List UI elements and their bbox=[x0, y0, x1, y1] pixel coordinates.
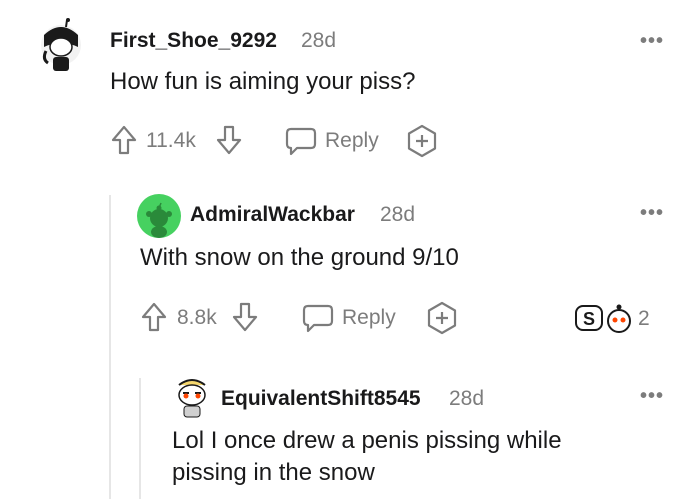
award-count: 2 bbox=[638, 307, 650, 330]
reply-icon bbox=[302, 304, 334, 333]
downvote-button[interactable] bbox=[215, 124, 243, 156]
snoo-avatar-icon bbox=[178, 379, 206, 418]
downvote-icon bbox=[232, 302, 258, 332]
thread-line-1[interactable] bbox=[109, 195, 111, 499]
username[interactable]: EquivalentShift8545 bbox=[221, 387, 421, 411]
user-avatar-icon bbox=[41, 18, 81, 71]
comment-age: 28d bbox=[449, 387, 485, 410]
upvote-button[interactable] bbox=[140, 301, 168, 333]
avatar[interactable] bbox=[173, 375, 211, 419]
reply-button[interactable]: Reply bbox=[302, 303, 396, 333]
more-icon[interactable]: ••• bbox=[640, 30, 664, 53]
snoo-avatar-icon bbox=[146, 202, 172, 238]
vote-count: 8.8k bbox=[177, 306, 217, 329]
username[interactable]: AdmiralWackbar bbox=[190, 203, 355, 227]
awards-received[interactable]: S 2 bbox=[574, 303, 650, 335]
award-button[interactable] bbox=[425, 301, 459, 335]
comment-text-line-2: pissing in the snow bbox=[172, 459, 375, 486]
award-icon bbox=[427, 301, 457, 335]
thread-line-2[interactable] bbox=[139, 378, 141, 499]
reply-label: Reply bbox=[342, 306, 396, 329]
vote-count: 11.4k bbox=[146, 129, 196, 152]
more-icon[interactable]: ••• bbox=[640, 385, 664, 408]
award-icon bbox=[407, 124, 437, 158]
comment-text-line-1: Lol I once drew a penis pissing while bbox=[172, 427, 562, 454]
svg-text:S: S bbox=[583, 309, 595, 329]
comment-age: 28d bbox=[301, 29, 337, 52]
award-button[interactable] bbox=[405, 124, 439, 158]
upvote-button[interactable] bbox=[110, 124, 138, 156]
upvote-icon bbox=[111, 125, 137, 155]
downvote-icon bbox=[216, 125, 242, 155]
username[interactable]: First_Shoe_9292 bbox=[110, 29, 277, 53]
comment-text: With snow on the ground 9/10 bbox=[140, 244, 459, 271]
downvote-button[interactable] bbox=[231, 301, 259, 333]
reply-button[interactable]: Reply bbox=[285, 126, 379, 156]
comment-age: 28d bbox=[380, 203, 416, 226]
reply-icon bbox=[285, 127, 317, 156]
upvote-icon bbox=[141, 302, 167, 332]
avatar[interactable] bbox=[137, 194, 181, 238]
avatar[interactable] bbox=[38, 17, 84, 73]
comment-text: How fun is aiming your piss? bbox=[110, 68, 416, 95]
reply-label: Reply bbox=[325, 129, 379, 152]
more-icon[interactable]: ••• bbox=[640, 202, 664, 225]
silver-award-icon: S bbox=[575, 304, 631, 333]
